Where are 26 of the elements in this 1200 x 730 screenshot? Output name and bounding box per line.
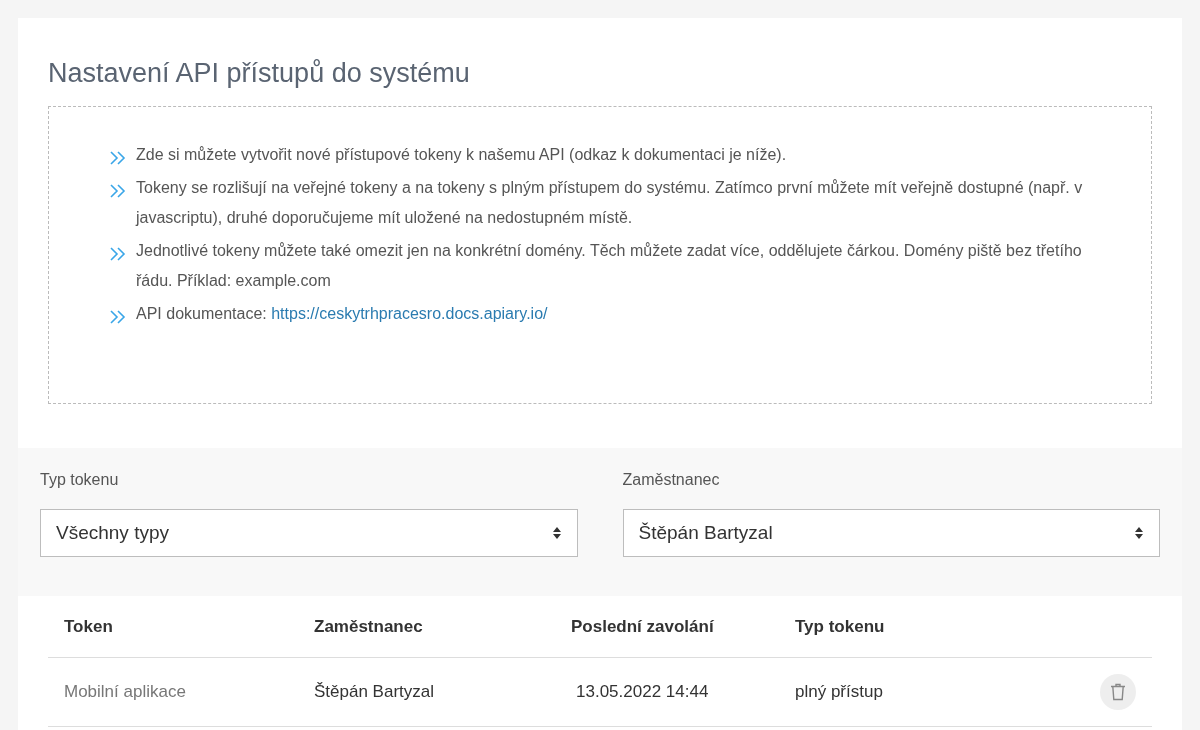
double-chevron-icon — [109, 247, 126, 261]
filter-label: Typ tokenu — [40, 470, 120, 490]
sort-arrows-icon — [1134, 526, 1144, 540]
table-cell-text: Mobilní aplikace — [64, 681, 187, 704]
column-header: Token — [64, 615, 114, 638]
select-field[interactable]: Štěpán Bartyzal — [622, 509, 1160, 557]
table-cell-text: Štěpán Bartyzal — [314, 681, 435, 704]
trash-icon — [1110, 683, 1126, 701]
column-header: Poslední zavolání — [571, 615, 715, 638]
delete-button[interactable] — [1100, 674, 1136, 710]
table-cell-text: 13.05.2022 14:44 — [575, 681, 710, 704]
column-header: Typ tokenu — [795, 615, 886, 638]
info-text: Zde si můžete vytvořit nové přístupové tokeny k našemu API (odkaz k dokumentaci je níže). — [136, 145, 787, 165]
double-chevron-icon — [109, 310, 126, 324]
double-chevron-icon — [109, 184, 126, 198]
double-chevron-icon — [109, 151, 126, 165]
select-field[interactable]: Všechny typy — [40, 509, 578, 557]
page-title: Nastavení API přístupů do systému — [48, 57, 471, 90]
info-text: API dokumentace: https://ceskytrhpracesro.docs.apiary.io/ — [136, 304, 548, 324]
info-text: Jednotlivé tokeny můžete také omezit jen na konkrétní domény. Těch můžete zadat více, oddělujete čárkou. Domény piště bez třetího řádu. Příklad: example.com — [136, 241, 1083, 291]
info-text: Tokeny se rozlišují na veřejné tokeny a na tokeny s plným přístupem do systému. Zatímco první můžete mít veřejně dostupné (např. v javascriptu), druhé doporučujeme mít uložené na nedostupném místě. — [136, 178, 1084, 228]
documentation-link[interactable]: https://ceskytrhpracesro.docs.apiary.io/ — [271, 305, 548, 322]
table-cell-text: plný přístup — [795, 681, 884, 704]
sort-arrows-icon — [551, 526, 562, 540]
column-header: Zaměstnanec — [314, 615, 424, 638]
filter-label: Zaměstnanec — [622, 470, 721, 490]
